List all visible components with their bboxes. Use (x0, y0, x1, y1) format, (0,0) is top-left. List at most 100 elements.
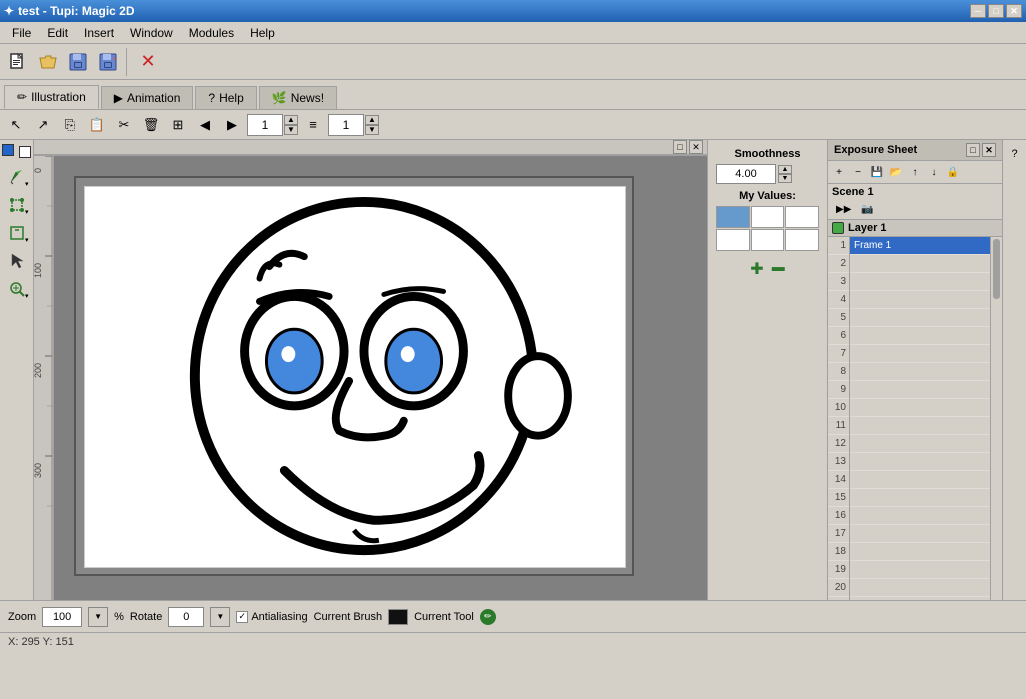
saveas-button[interactable]: + (94, 48, 122, 76)
paste-button[interactable]: 📋 (85, 113, 109, 137)
menu-modules[interactable]: Modules (181, 24, 242, 42)
color-cell-2[interactable] (785, 206, 819, 228)
tab-illustration[interactable]: ✏ Illustration (4, 85, 99, 109)
titlebar-controls[interactable]: ─ □ ✕ (970, 4, 1022, 18)
delete-button[interactable]: ✕ (134, 48, 162, 76)
next-button[interactable]: ▶ (220, 113, 244, 137)
antialiasing-checkbox[interactable]: ✓ (236, 611, 248, 623)
add-frame-button[interactable]: + (830, 163, 848, 181)
frame-6-cell[interactable] (850, 327, 990, 345)
frame-4-cell[interactable] (850, 291, 990, 309)
rotate-input[interactable] (168, 607, 204, 627)
frame-20-cell[interactable] (850, 579, 990, 597)
frame-8-cell[interactable] (850, 363, 990, 381)
frame-3-cell[interactable] (850, 273, 990, 291)
menu-window[interactable]: Window (122, 24, 181, 42)
frames-column[interactable]: Frame 1 (850, 237, 990, 600)
drawing-canvas[interactable] (84, 186, 626, 568)
frame-5-cell[interactable] (850, 309, 990, 327)
frame-7-cell[interactable] (850, 345, 990, 363)
canvas-close-button[interactable]: ✕ (689, 140, 703, 154)
canvas-scroll-area[interactable] (54, 156, 707, 600)
frame-9-cell[interactable] (850, 381, 990, 399)
zoom-input[interactable] (42, 607, 82, 627)
edit-color-button[interactable]: ▬ (772, 259, 785, 279)
color-cell-5[interactable] (785, 229, 819, 251)
frame-11-cell[interactable] (850, 417, 990, 435)
select-arrow-button[interactable]: ↖ (4, 113, 28, 137)
frame-1-cell[interactable]: Frame 1 (850, 237, 990, 255)
menu-edit[interactable]: Edit (39, 24, 76, 42)
background-color[interactable] (19, 146, 31, 158)
maximize-button[interactable]: □ (988, 4, 1004, 18)
lock-frame-button[interactable]: 🔒 (944, 163, 962, 181)
tab-help[interactable]: ? Help (195, 86, 256, 109)
canvas-controls[interactable]: □ ✕ (673, 140, 703, 154)
down-frame-button[interactable]: ↓ (925, 163, 943, 181)
frame-2-cell[interactable] (850, 255, 990, 273)
open-frame-button[interactable]: 📂 (887, 163, 905, 181)
help-question-button[interactable]: ? (1005, 144, 1025, 164)
frame-12-cell[interactable] (850, 435, 990, 453)
frame-up[interactable]: ▲ (365, 115, 379, 125)
minimize-button[interactable]: ─ (970, 4, 986, 18)
frame-16-cell[interactable] (850, 507, 990, 525)
smoothness-down[interactable]: ▼ (778, 174, 792, 183)
smoothness-up[interactable]: ▲ (778, 165, 792, 174)
frame-17-cell[interactable] (850, 525, 990, 543)
color-cell-4[interactable] (751, 229, 785, 251)
frame-down[interactable]: ▼ (365, 125, 379, 135)
tab-animation[interactable]: ▶ Animation (101, 86, 194, 109)
frame-13-cell[interactable] (850, 453, 990, 471)
scene-camera-button[interactable]: 📷 (857, 202, 877, 217)
layer-input[interactable] (247, 114, 283, 136)
save-frame-button[interactable]: 💾 (868, 163, 886, 181)
zoom-button[interactable] (3, 276, 31, 302)
prev-button[interactable]: ◀ (193, 113, 217, 137)
frame-19-cell[interactable] (850, 561, 990, 579)
layer-down[interactable]: ▼ (284, 125, 298, 135)
frame-10-cell[interactable] (850, 399, 990, 417)
cut-button[interactable]: ✂ (112, 113, 136, 137)
layer-up[interactable]: ▲ (284, 115, 298, 125)
menu-insert[interactable]: Insert (76, 24, 122, 42)
add-color-button[interactable]: ✚ (750, 259, 763, 279)
frame-input[interactable] (328, 114, 364, 136)
frame-15-cell[interactable] (850, 489, 990, 507)
zoom-dropdown[interactable]: ▼ (88, 607, 108, 627)
save-button[interactable] (64, 48, 92, 76)
color-cell-3[interactable] (716, 229, 750, 251)
remove-frame-button[interactable]: − (849, 163, 867, 181)
frame-spinner[interactable]: ▲ ▼ (328, 114, 379, 136)
canvas-restore-button[interactable]: □ (673, 140, 687, 154)
select-arrow2-button[interactable]: ↗ (31, 113, 55, 137)
color-cell-blue[interactable] (716, 206, 750, 228)
antialiasing-toggle[interactable]: ✓ Antialiasing (236, 611, 307, 623)
transform-button[interactable] (3, 192, 31, 218)
rotate-dropdown[interactable]: ▼ (210, 607, 230, 627)
copy-button[interactable]: ⎘ (58, 113, 82, 137)
layer-spinner[interactable]: ▲ ▼ (247, 114, 298, 136)
foreground-color[interactable] (2, 144, 14, 156)
menu-help[interactable]: Help (242, 24, 283, 42)
color-cell-1[interactable] (751, 206, 785, 228)
text-button[interactable] (3, 220, 31, 246)
frame-14-cell[interactable] (850, 471, 990, 489)
menu-file[interactable]: File (4, 24, 39, 42)
pen-tool-button[interactable] (3, 164, 31, 190)
open-button[interactable] (34, 48, 62, 76)
delete2-button[interactable]: 🗑 (139, 113, 163, 137)
cursor-button[interactable] (3, 248, 31, 274)
exposure-close-button[interactable]: ✕ (982, 143, 996, 157)
frames-scrollbar[interactable] (990, 237, 1002, 600)
brush-preview[interactable] (388, 609, 408, 625)
smoothness-input[interactable] (716, 164, 776, 184)
frame-21-cell[interactable] (850, 597, 990, 600)
tab-news[interactable]: 🌿 News! (259, 86, 337, 109)
layers-icon[interactable]: ≡ (301, 113, 325, 137)
new-button[interactable] (4, 48, 32, 76)
scene-option-button[interactable]: ▶▶ (832, 202, 855, 217)
close-button[interactable]: ✕ (1006, 4, 1022, 18)
scrollbar-thumb[interactable] (993, 239, 1000, 299)
up-frame-button[interactable]: ↑ (906, 163, 924, 181)
